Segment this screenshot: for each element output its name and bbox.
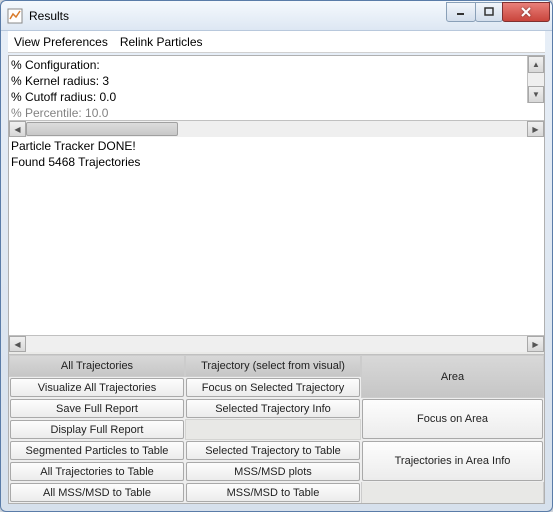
col-header-trajectory-select: Trajectory (select from visual)	[185, 355, 361, 377]
segmented-particles-to-table-button[interactable]: Segmented Particles to Table	[10, 441, 184, 460]
save-full-report-button[interactable]: Save Full Report	[10, 399, 184, 418]
window-controls	[447, 2, 550, 22]
config-hscroll[interactable]: ◀ ▶	[9, 120, 544, 137]
scroll-left-icon[interactable]: ◀	[9, 121, 26, 137]
scroll-track[interactable]	[26, 121, 527, 137]
display-full-report-button[interactable]: Display Full Report	[10, 420, 184, 439]
results-window: Results View Preferences Relink Particle…	[0, 0, 553, 512]
close-button[interactable]	[502, 2, 550, 22]
button-grid: All Trajectories Trajectory (select from…	[9, 354, 544, 503]
mss-msd-to-table-button[interactable]: MSS/MSD to Table	[186, 483, 360, 502]
scroll-track[interactable]	[26, 336, 527, 352]
output-pane[interactable]: Particle Tracker DONE! Found 5468 Trajec…	[9, 137, 544, 335]
menubar: View Preferences Relink Particles	[8, 31, 545, 53]
app-icon	[7, 8, 23, 24]
col-header-area: Area	[361, 355, 544, 398]
focus-selected-trajectory-button[interactable]: Focus on Selected Trajectory	[186, 378, 360, 397]
scroll-track[interactable]	[528, 73, 544, 86]
all-mss-msd-to-table-button[interactable]: All MSS/MSD to Table	[10, 483, 184, 502]
output-pane-wrap: Particle Tracker DONE! Found 5468 Trajec…	[9, 137, 544, 352]
scroll-up-icon[interactable]: ▲	[528, 56, 544, 73]
titlebar[interactable]: Results	[1, 1, 552, 31]
output-hscroll[interactable]: ◀ ▶	[9, 335, 544, 352]
config-line: % Percentile: 10.0	[11, 105, 526, 119]
scroll-down-icon[interactable]: ▼	[528, 86, 544, 103]
output-line: Found 5468 Trajectories	[11, 154, 542, 170]
config-pane-wrap: % Configuration: % Kernel radius: 3 % Cu…	[9, 56, 544, 137]
window-title: Results	[29, 9, 447, 23]
selected-trajectory-to-table-button[interactable]: Selected Trajectory to Table	[186, 441, 360, 460]
menu-relink-particles[interactable]: Relink Particles	[120, 35, 203, 49]
trajectories-in-area-info-button[interactable]: Trajectories in Area Info	[362, 441, 543, 481]
config-line: % Configuration:	[11, 57, 526, 73]
visualize-all-trajectories-button[interactable]: Visualize All Trajectories	[10, 378, 184, 397]
minimize-button[interactable]	[446, 2, 476, 22]
output-line: Particle Tracker DONE!	[11, 138, 542, 154]
content-area: % Configuration: % Kernel radius: 3 % Cu…	[8, 55, 545, 504]
scroll-right-icon[interactable]: ▶	[527, 121, 544, 137]
config-line: % Kernel radius: 3	[11, 73, 526, 89]
focus-on-area-button[interactable]: Focus on Area	[362, 399, 543, 439]
empty-cell	[185, 419, 361, 440]
mss-msd-plots-button[interactable]: MSS/MSD plots	[186, 462, 360, 481]
config-vscroll[interactable]: ▲ ▼	[527, 56, 544, 103]
col-header-all-trajectories: All Trajectories	[9, 355, 185, 377]
scroll-right-icon[interactable]: ▶	[527, 336, 544, 352]
all-trajectories-to-table-button[interactable]: All Trajectories to Table	[10, 462, 184, 481]
scroll-left-icon[interactable]: ◀	[9, 336, 26, 352]
scroll-thumb[interactable]	[26, 122, 178, 136]
menu-view-preferences[interactable]: View Preferences	[14, 35, 108, 49]
config-line: % Cutoff radius: 0.0	[11, 89, 526, 105]
selected-trajectory-info-button[interactable]: Selected Trajectory Info	[186, 399, 360, 418]
maximize-button[interactable]	[475, 2, 503, 22]
config-pane[interactable]: % Configuration: % Kernel radius: 3 % Cu…	[9, 56, 544, 120]
empty-side-cell	[361, 482, 544, 503]
